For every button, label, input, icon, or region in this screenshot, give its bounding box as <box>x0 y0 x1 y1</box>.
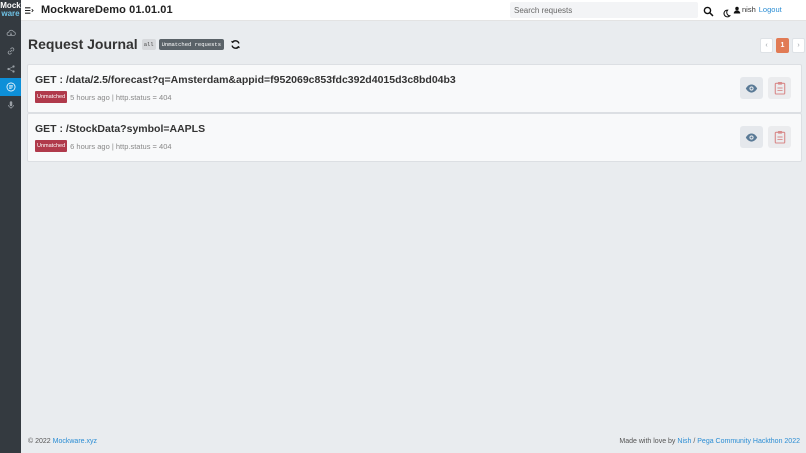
clipboard-icon <box>774 131 785 144</box>
status-badge: Unmatched <box>35 91 68 103</box>
request-info: 6 hours ago | http.status = 404 <box>70 141 172 151</box>
page-next-button[interactable]: › <box>792 38 805 53</box>
logo[interactable]: Mock ware <box>0 0 21 20</box>
page-prev-button[interactable]: ‹ <box>760 38 773 53</box>
request-title: GET : /StockData?symbol=AAPLS <box>35 123 206 135</box>
request-info: 5 hours ago | http.status = 404 <box>70 92 172 102</box>
footer-left: © 2022 Mockware.xyz <box>28 438 97 445</box>
copy-request-button[interactable] <box>768 126 791 148</box>
footer-right: Made with love by Nish / Pega Community … <box>619 438 800 445</box>
menu-toggle-button[interactable] <box>25 5 35 15</box>
journal-icon <box>6 82 15 92</box>
username: nish <box>742 5 756 14</box>
copyright-text: © 2022 <box>28 438 51 445</box>
pagination: ‹ 1 › <box>757 38 805 53</box>
page-title: Request Journal <box>28 36 138 52</box>
view-request-button[interactable] <box>740 126 763 148</box>
author-link[interactable]: Nish <box>677 438 691 445</box>
sidebar-item-links[interactable] <box>0 42 21 60</box>
search-icon <box>703 6 714 17</box>
link-icon <box>7 47 14 55</box>
user-area: nish Logout <box>733 5 782 14</box>
search-input[interactable] <box>510 5 680 15</box>
theme-toggle-button[interactable] <box>722 5 731 18</box>
eye-icon <box>745 83 758 93</box>
app-title: MockwareDemo 01.01.01 <box>41 4 173 16</box>
request-card: GET : /StockData?symbol=AAPLS Unmatched … <box>27 113 802 162</box>
page-header: Request Journal all Unmatched requests <box>28 36 241 52</box>
sidebar-item-share[interactable] <box>0 60 21 78</box>
view-request-button[interactable] <box>740 77 763 99</box>
menu-icon <box>25 6 34 14</box>
user-icon <box>733 6 741 13</box>
search-button[interactable] <box>703 4 714 17</box>
moon-icon <box>723 9 731 18</box>
request-card: GET : /data/2.5/forecast?q=Amsterdam&app… <box>27 64 802 113</box>
filter-unmatched-button[interactable]: Unmatched requests <box>158 38 225 50</box>
sidebar-item-cloud[interactable] <box>0 24 21 42</box>
refresh-icon[interactable] <box>230 39 241 50</box>
copy-request-button[interactable] <box>768 77 791 99</box>
request-title: GET : /data/2.5/forecast?q=Amsterdam&app… <box>35 74 456 86</box>
microphone-icon <box>7 101 14 109</box>
eye-icon <box>745 132 758 142</box>
site-link[interactable]: Mockware.xyz <box>53 438 97 445</box>
cloud-icon <box>6 29 16 36</box>
search-box <box>510 2 698 18</box>
footer-separator: / <box>693 438 696 445</box>
status-badge: Unmatched <box>35 140 68 152</box>
share-icon <box>6 65 15 73</box>
clipboard-icon <box>774 82 785 95</box>
request-meta: Unmatched 6 hours ago | http.status = 40… <box>35 140 172 152</box>
event-link[interactable]: Pega Community Hackthon 2022 <box>697 438 800 445</box>
made-with-text: Made with love by <box>619 438 676 445</box>
sidebar-item-microphone[interactable] <box>0 96 21 114</box>
logout-link[interactable]: Logout <box>759 5 782 14</box>
filter-all-button[interactable]: all <box>141 38 156 50</box>
request-meta: Unmatched 5 hours ago | http.status = 40… <box>35 91 172 103</box>
sidebar: Mock ware <box>0 0 21 453</box>
logo-line2: ware <box>1 9 20 18</box>
page-current-button[interactable]: 1 <box>776 38 789 53</box>
sidebar-item-journal[interactable] <box>0 78 21 96</box>
